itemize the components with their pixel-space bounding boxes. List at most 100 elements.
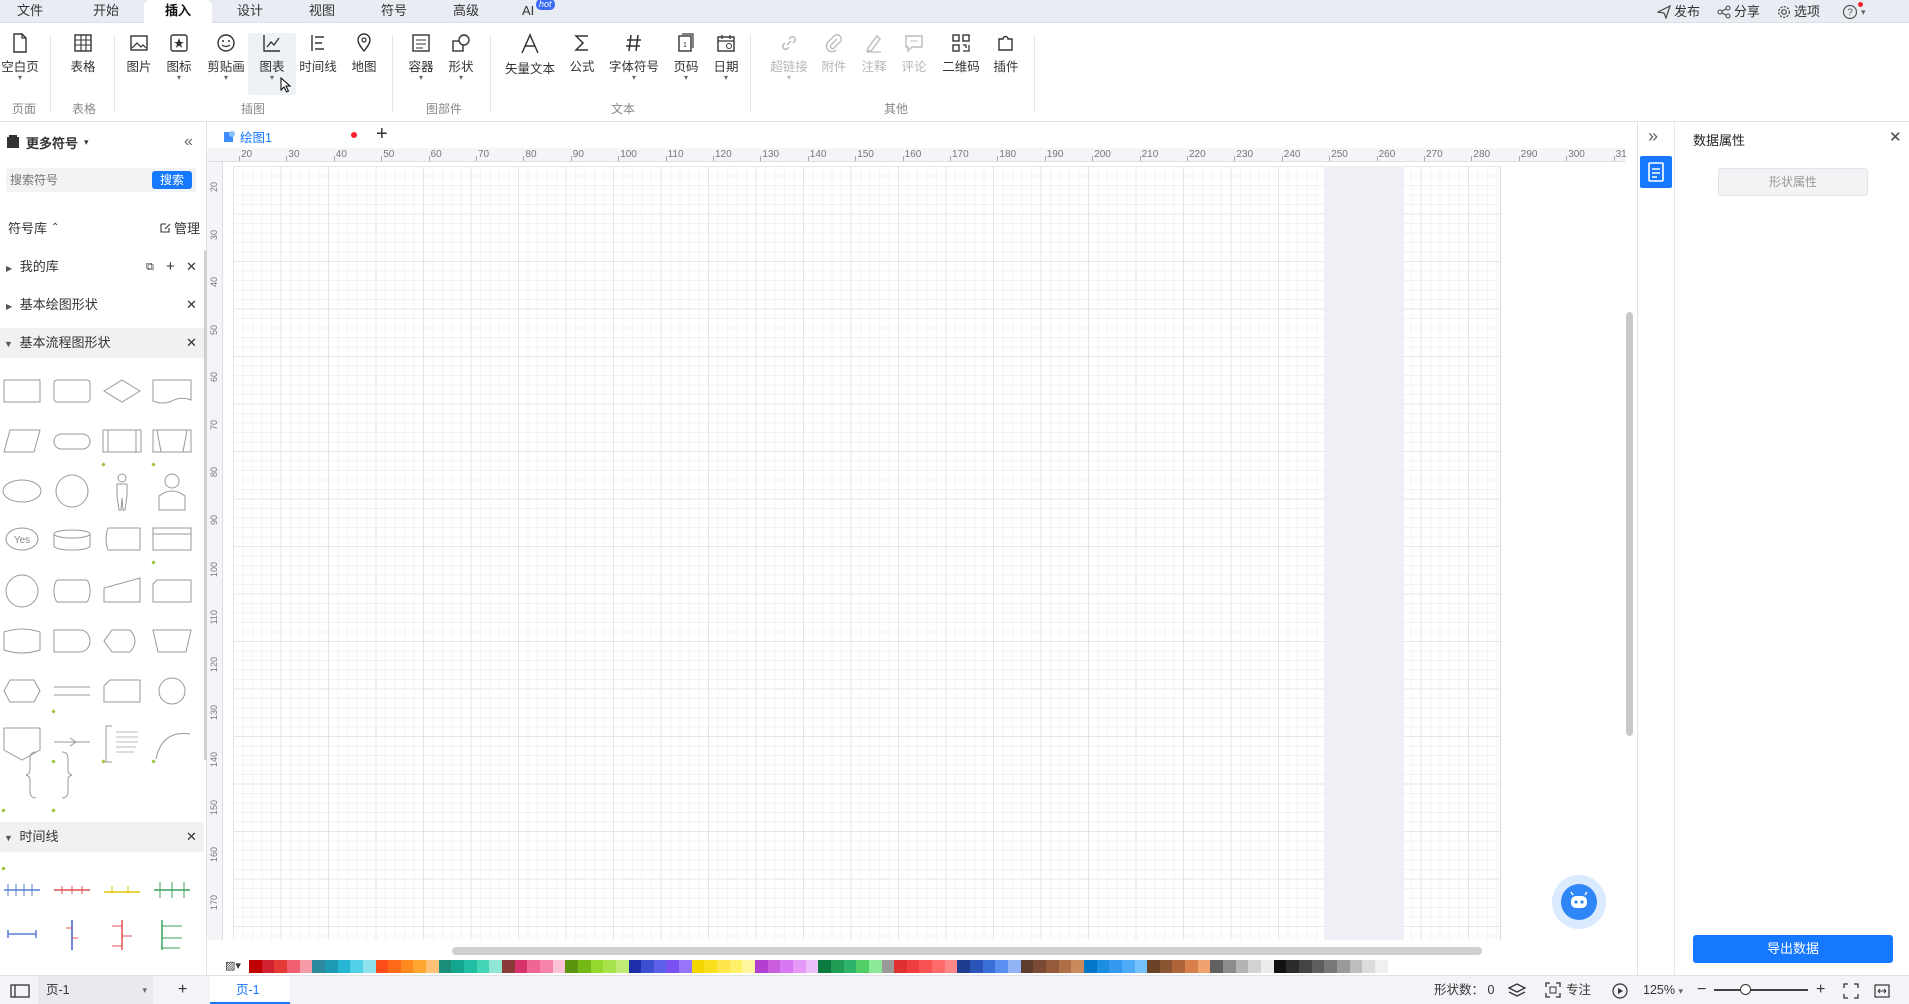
add-page-button[interactable]: + xyxy=(178,976,187,1004)
color-swatch[interactable] xyxy=(818,960,832,973)
color-swatch[interactable] xyxy=(717,960,731,973)
color-swatch[interactable] xyxy=(894,960,908,973)
color-swatch[interactable] xyxy=(830,960,844,973)
shape-predefined-process[interactable] xyxy=(102,429,142,453)
color-swatch[interactable] xyxy=(932,960,946,973)
shape-properties-button[interactable]: 形状属性 xyxy=(1718,168,1868,196)
color-swatch[interactable] xyxy=(1248,960,1262,973)
color-swatch[interactable] xyxy=(1083,960,1097,973)
shape-arrow-line[interactable] xyxy=(54,737,90,747)
color-swatch[interactable] xyxy=(426,960,440,973)
shape-delay[interactable] xyxy=(53,629,91,653)
symbol-search-input[interactable] xyxy=(10,170,150,190)
color-swatch[interactable] xyxy=(438,960,452,973)
shape-terminator[interactable] xyxy=(53,433,91,450)
shape-manual-input[interactable] xyxy=(103,577,141,603)
color-swatch[interactable] xyxy=(944,960,958,973)
formula-button[interactable]: 公式 xyxy=(558,33,606,75)
icon-button[interactable]: 图标 ▾ xyxy=(155,33,203,82)
color-swatch[interactable] xyxy=(653,960,667,973)
data-properties-tab[interactable] xyxy=(1640,156,1672,188)
collapse-panel-icon[interactable]: « xyxy=(184,133,193,151)
vector-text-button[interactable]: 矢量文本 xyxy=(500,33,560,77)
shape-decision[interactable] xyxy=(103,379,141,403)
color-swatch[interactable] xyxy=(1210,960,1224,973)
timeline-shape-2[interactable] xyxy=(54,886,90,894)
help-button[interactable]: ? ▾ xyxy=(1842,0,1866,23)
layers-icon[interactable] xyxy=(1507,976,1527,1004)
share-button[interactable]: 分享 xyxy=(1717,0,1760,23)
color-swatch[interactable] xyxy=(577,960,591,973)
color-swatch[interactable] xyxy=(362,960,376,973)
vertical-scrollbar[interactable] xyxy=(1626,312,1633,736)
color-swatch[interactable] xyxy=(1223,960,1237,973)
color-swatch[interactable] xyxy=(400,960,414,973)
color-swatch[interactable] xyxy=(1324,960,1338,973)
color-swatch[interactable] xyxy=(1109,960,1123,973)
color-swatch[interactable] xyxy=(249,960,262,973)
color-swatch[interactable] xyxy=(704,960,718,973)
date-button[interactable]: 日期 ▾ xyxy=(702,33,750,82)
timeline-shape-4[interactable] xyxy=(154,882,190,898)
color-swatch[interactable] xyxy=(286,960,300,973)
color-swatch[interactable] xyxy=(603,960,617,973)
shape-off-page[interactable] xyxy=(3,727,41,761)
color-swatch[interactable] xyxy=(1197,960,1211,973)
hyperlink-button[interactable]: 超链接 ▾ xyxy=(765,33,813,82)
color-swatch[interactable] xyxy=(1235,960,1249,973)
focus-mode-button[interactable]: 专注 xyxy=(1545,976,1591,1004)
color-swatch[interactable] xyxy=(337,960,351,973)
shape-brace[interactable] xyxy=(25,751,73,799)
menu-tab-design[interactable]: 设计 xyxy=(230,0,270,23)
color-swatch[interactable] xyxy=(982,960,996,973)
timeline-shape-5[interactable] xyxy=(7,930,37,938)
menu-tab-symbol[interactable]: 符号 xyxy=(374,0,414,23)
shape-arc[interactable] xyxy=(155,733,191,760)
close-icon[interactable]: ✕ xyxy=(186,254,197,280)
color-swatch[interactable] xyxy=(1172,960,1186,973)
shape-process[interactable] xyxy=(3,379,41,403)
color-swatch[interactable] xyxy=(1261,960,1274,973)
color-swatch[interactable] xyxy=(1033,960,1047,973)
shape-rounded-process[interactable] xyxy=(53,379,91,403)
library-row-timeline[interactable]: ▼ 时间线 ✕ xyxy=(0,822,204,852)
document-tab[interactable]: 绘图1 xyxy=(223,126,272,146)
menu-tab-insert[interactable]: 插入 xyxy=(144,0,212,24)
color-swatch[interactable] xyxy=(1147,960,1161,973)
close-icon[interactable]: ✕ xyxy=(186,822,197,852)
chevron-up-icon[interactable]: ⌃ xyxy=(51,222,59,233)
shape-preparation[interactable] xyxy=(3,679,41,703)
menu-tab-advanced[interactable]: 高级 xyxy=(446,0,486,23)
page-tab[interactable]: 页-1 xyxy=(210,976,290,1004)
shape-card[interactable] xyxy=(152,579,192,603)
menu-tab-file[interactable]: 文件 xyxy=(10,0,50,23)
add-icon[interactable]: + xyxy=(166,254,175,280)
shape-ellipse[interactable] xyxy=(2,479,42,503)
color-swatch[interactable] xyxy=(1008,960,1021,973)
color-swatch[interactable] xyxy=(666,960,680,973)
color-swatch[interactable] xyxy=(691,960,705,973)
color-swatch[interactable] xyxy=(641,960,655,973)
shape-rounded-rect[interactable] xyxy=(103,679,141,703)
color-swatch[interactable] xyxy=(628,960,642,973)
color-swatch[interactable] xyxy=(388,960,402,973)
color-swatch[interactable] xyxy=(919,960,933,973)
blank-page-button[interactable]: 空白页 ▾ xyxy=(0,33,44,82)
plugin-button[interactable]: 插件 xyxy=(982,33,1030,75)
shape-stored-data[interactable] xyxy=(105,527,141,551)
options-button[interactable]: 选项 xyxy=(1777,0,1820,23)
color-swatch[interactable] xyxy=(856,960,870,973)
color-swatch[interactable] xyxy=(881,960,895,973)
shape-circle-2[interactable] xyxy=(5,574,39,608)
shape-person[interactable] xyxy=(158,473,186,511)
color-swatch[interactable] xyxy=(539,960,553,973)
timeline-shape-6[interactable] xyxy=(66,920,78,950)
shape-button[interactable]: 形状 ▾ xyxy=(437,33,485,82)
color-swatch[interactable] xyxy=(742,960,756,973)
color-swatch[interactable] xyxy=(906,960,920,973)
color-swatch[interactable] xyxy=(552,960,566,973)
color-swatch[interactable] xyxy=(489,960,503,973)
map-button[interactable]: 地图 xyxy=(340,33,388,75)
color-swatch[interactable] xyxy=(375,960,389,973)
play-icon[interactable] xyxy=(1612,976,1628,1004)
